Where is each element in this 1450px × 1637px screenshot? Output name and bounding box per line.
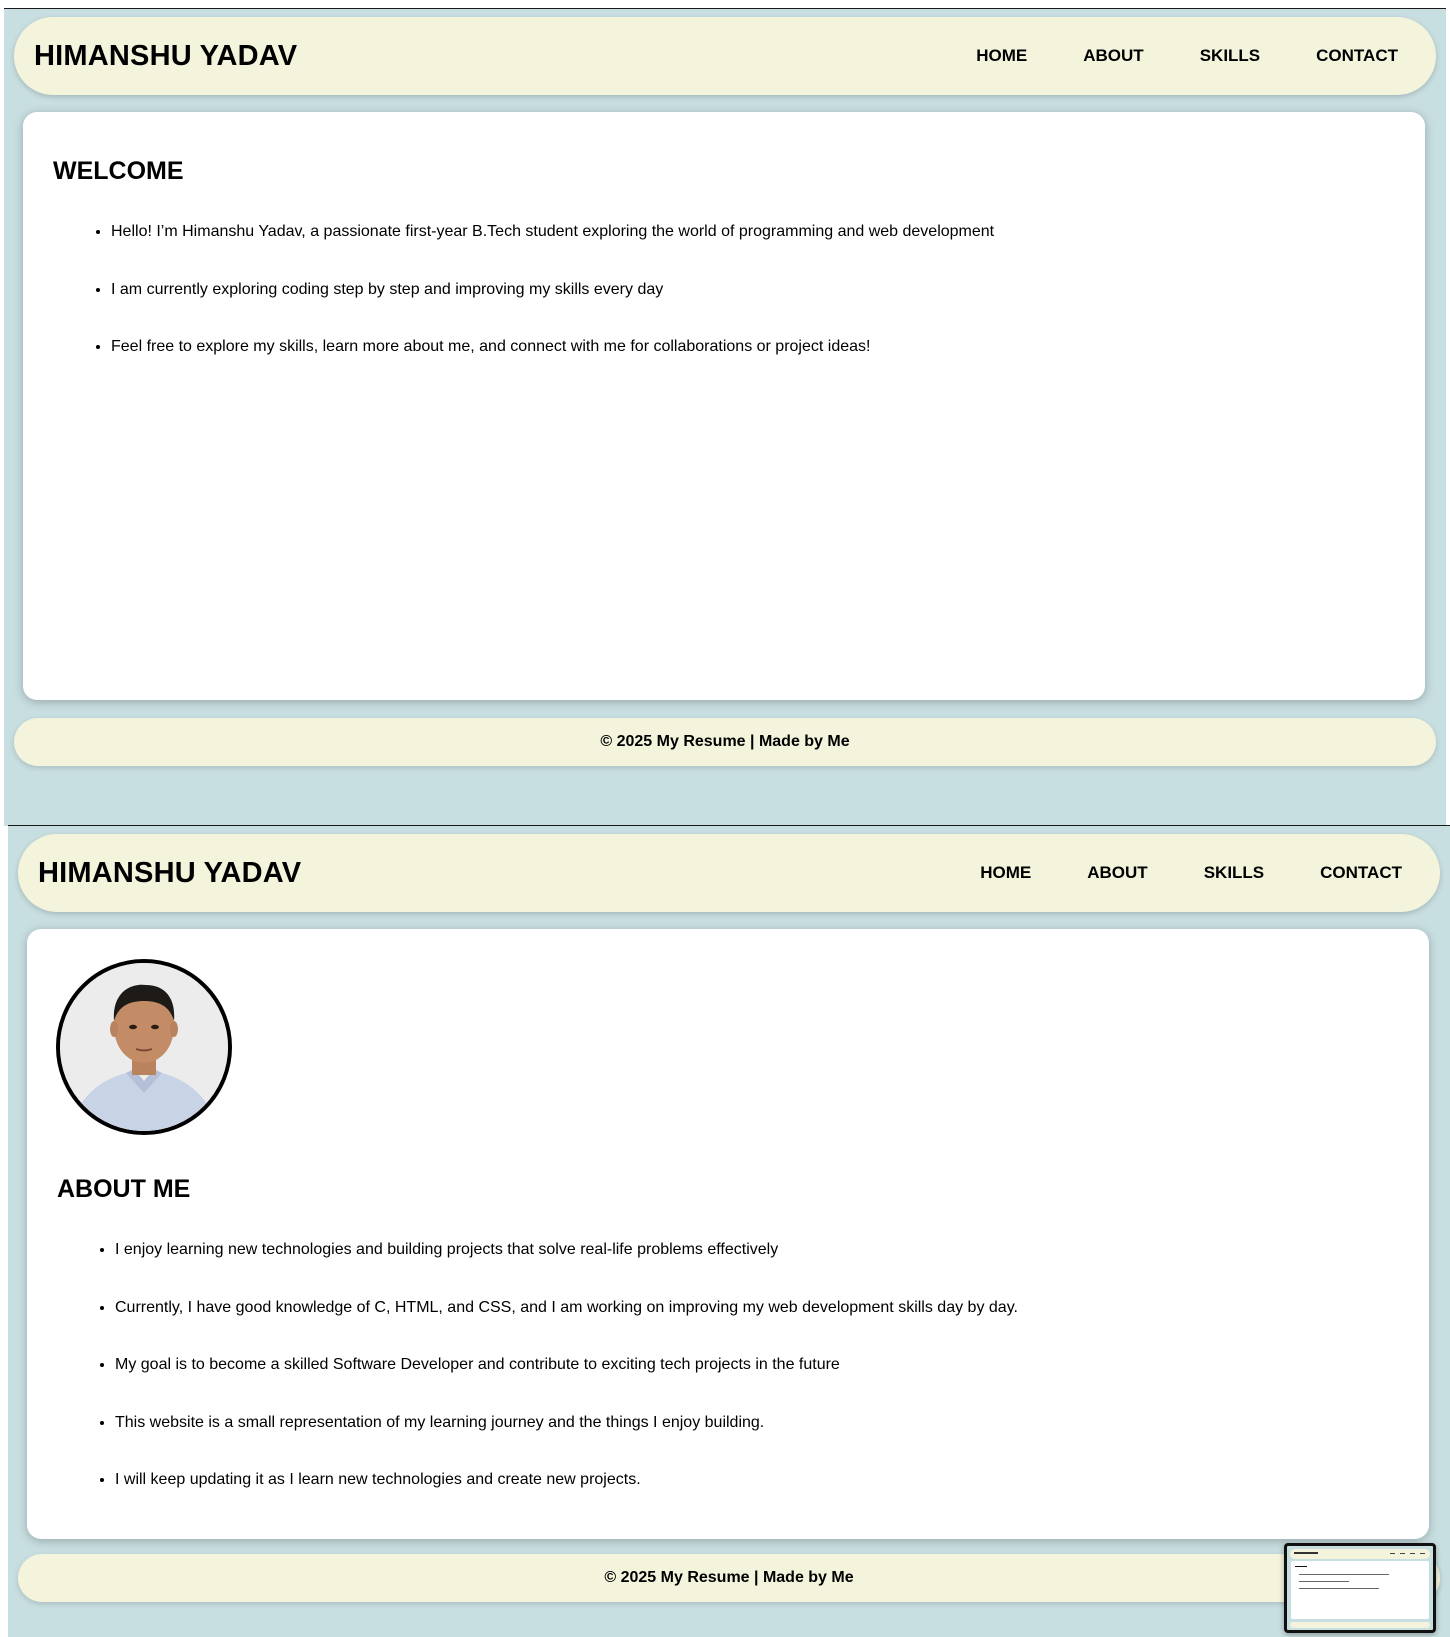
site-logo[interactable]: HIMANSHU YADAV: [34, 17, 297, 95]
welcome-heading: WELCOME: [53, 157, 184, 185]
nav-about[interactable]: ABOUT: [1087, 863, 1147, 883]
profile-photo: [56, 959, 232, 1135]
nav-skills[interactable]: SKILLS: [1200, 46, 1260, 66]
thumbnail-header: [1290, 1549, 1430, 1559]
welcome-card: WELCOME Hello! I’m Himanshu Yadav, a pas…: [23, 112, 1425, 700]
list-item: Feel free to explore my skills, learn mo…: [111, 336, 994, 394]
welcome-list: Hello! I’m Himanshu Yadav, a passionate …: [53, 221, 994, 394]
list-item: I am currently exploring coding step by …: [111, 279, 994, 337]
list-item: Currently, I have good knowledge of C, H…: [115, 1297, 1018, 1355]
screenshot-thumbnail[interactable]: [1284, 1543, 1436, 1633]
list-item: I enjoy learning new technologies and bu…: [115, 1239, 1018, 1297]
nav-contact[interactable]: CONTACT: [1320, 863, 1402, 883]
nav-contact[interactable]: CONTACT: [1316, 46, 1398, 66]
nav-about[interactable]: ABOUT: [1083, 46, 1143, 66]
about-list: I enjoy learning new technologies and bu…: [57, 1239, 1018, 1527]
list-item: I will keep updating it as I learn new t…: [115, 1469, 1018, 1527]
site-header: HIMANSHU YADAV HOME ABOUT SKILLS CONTACT: [18, 834, 1440, 912]
site-footer: © 2025 My Resume | Made by Me: [14, 718, 1436, 766]
list-item: This website is a small representation o…: [115, 1412, 1018, 1470]
nav-home[interactable]: HOME: [976, 46, 1027, 66]
list-item: My goal is to become a skilled Software …: [115, 1354, 1018, 1412]
person-icon: [60, 963, 228, 1131]
list-item: Hello! I’m Himanshu Yadav, a passionate …: [111, 221, 994, 279]
site-logo[interactable]: HIMANSHU YADAV: [38, 834, 301, 912]
about-heading: ABOUT ME: [57, 1175, 191, 1203]
site-footer: © 2025 My Resume | Made by Me: [18, 1554, 1440, 1602]
site-header: HIMANSHU YADAV HOME ABOUT SKILLS CONTACT: [14, 17, 1436, 95]
main-nav: HOME ABOUT SKILLS CONTACT: [924, 834, 1402, 912]
home-page-screenshot: HIMANSHU YADAV HOME ABOUT SKILLS CONTACT…: [4, 8, 1446, 826]
about-page-screenshot: HIMANSHU YADAV HOME ABOUT SKILLS CONTACT: [8, 825, 1450, 1637]
nav-skills[interactable]: SKILLS: [1204, 863, 1264, 883]
nav-home[interactable]: HOME: [980, 863, 1031, 883]
thumbnail-footer: [1290, 1622, 1430, 1628]
thumbnail-card: [1291, 1561, 1429, 1619]
about-card: ABOUT ME I enjoy learning new technologi…: [27, 929, 1429, 1539]
main-nav: HOME ABOUT SKILLS CONTACT: [920, 17, 1398, 95]
